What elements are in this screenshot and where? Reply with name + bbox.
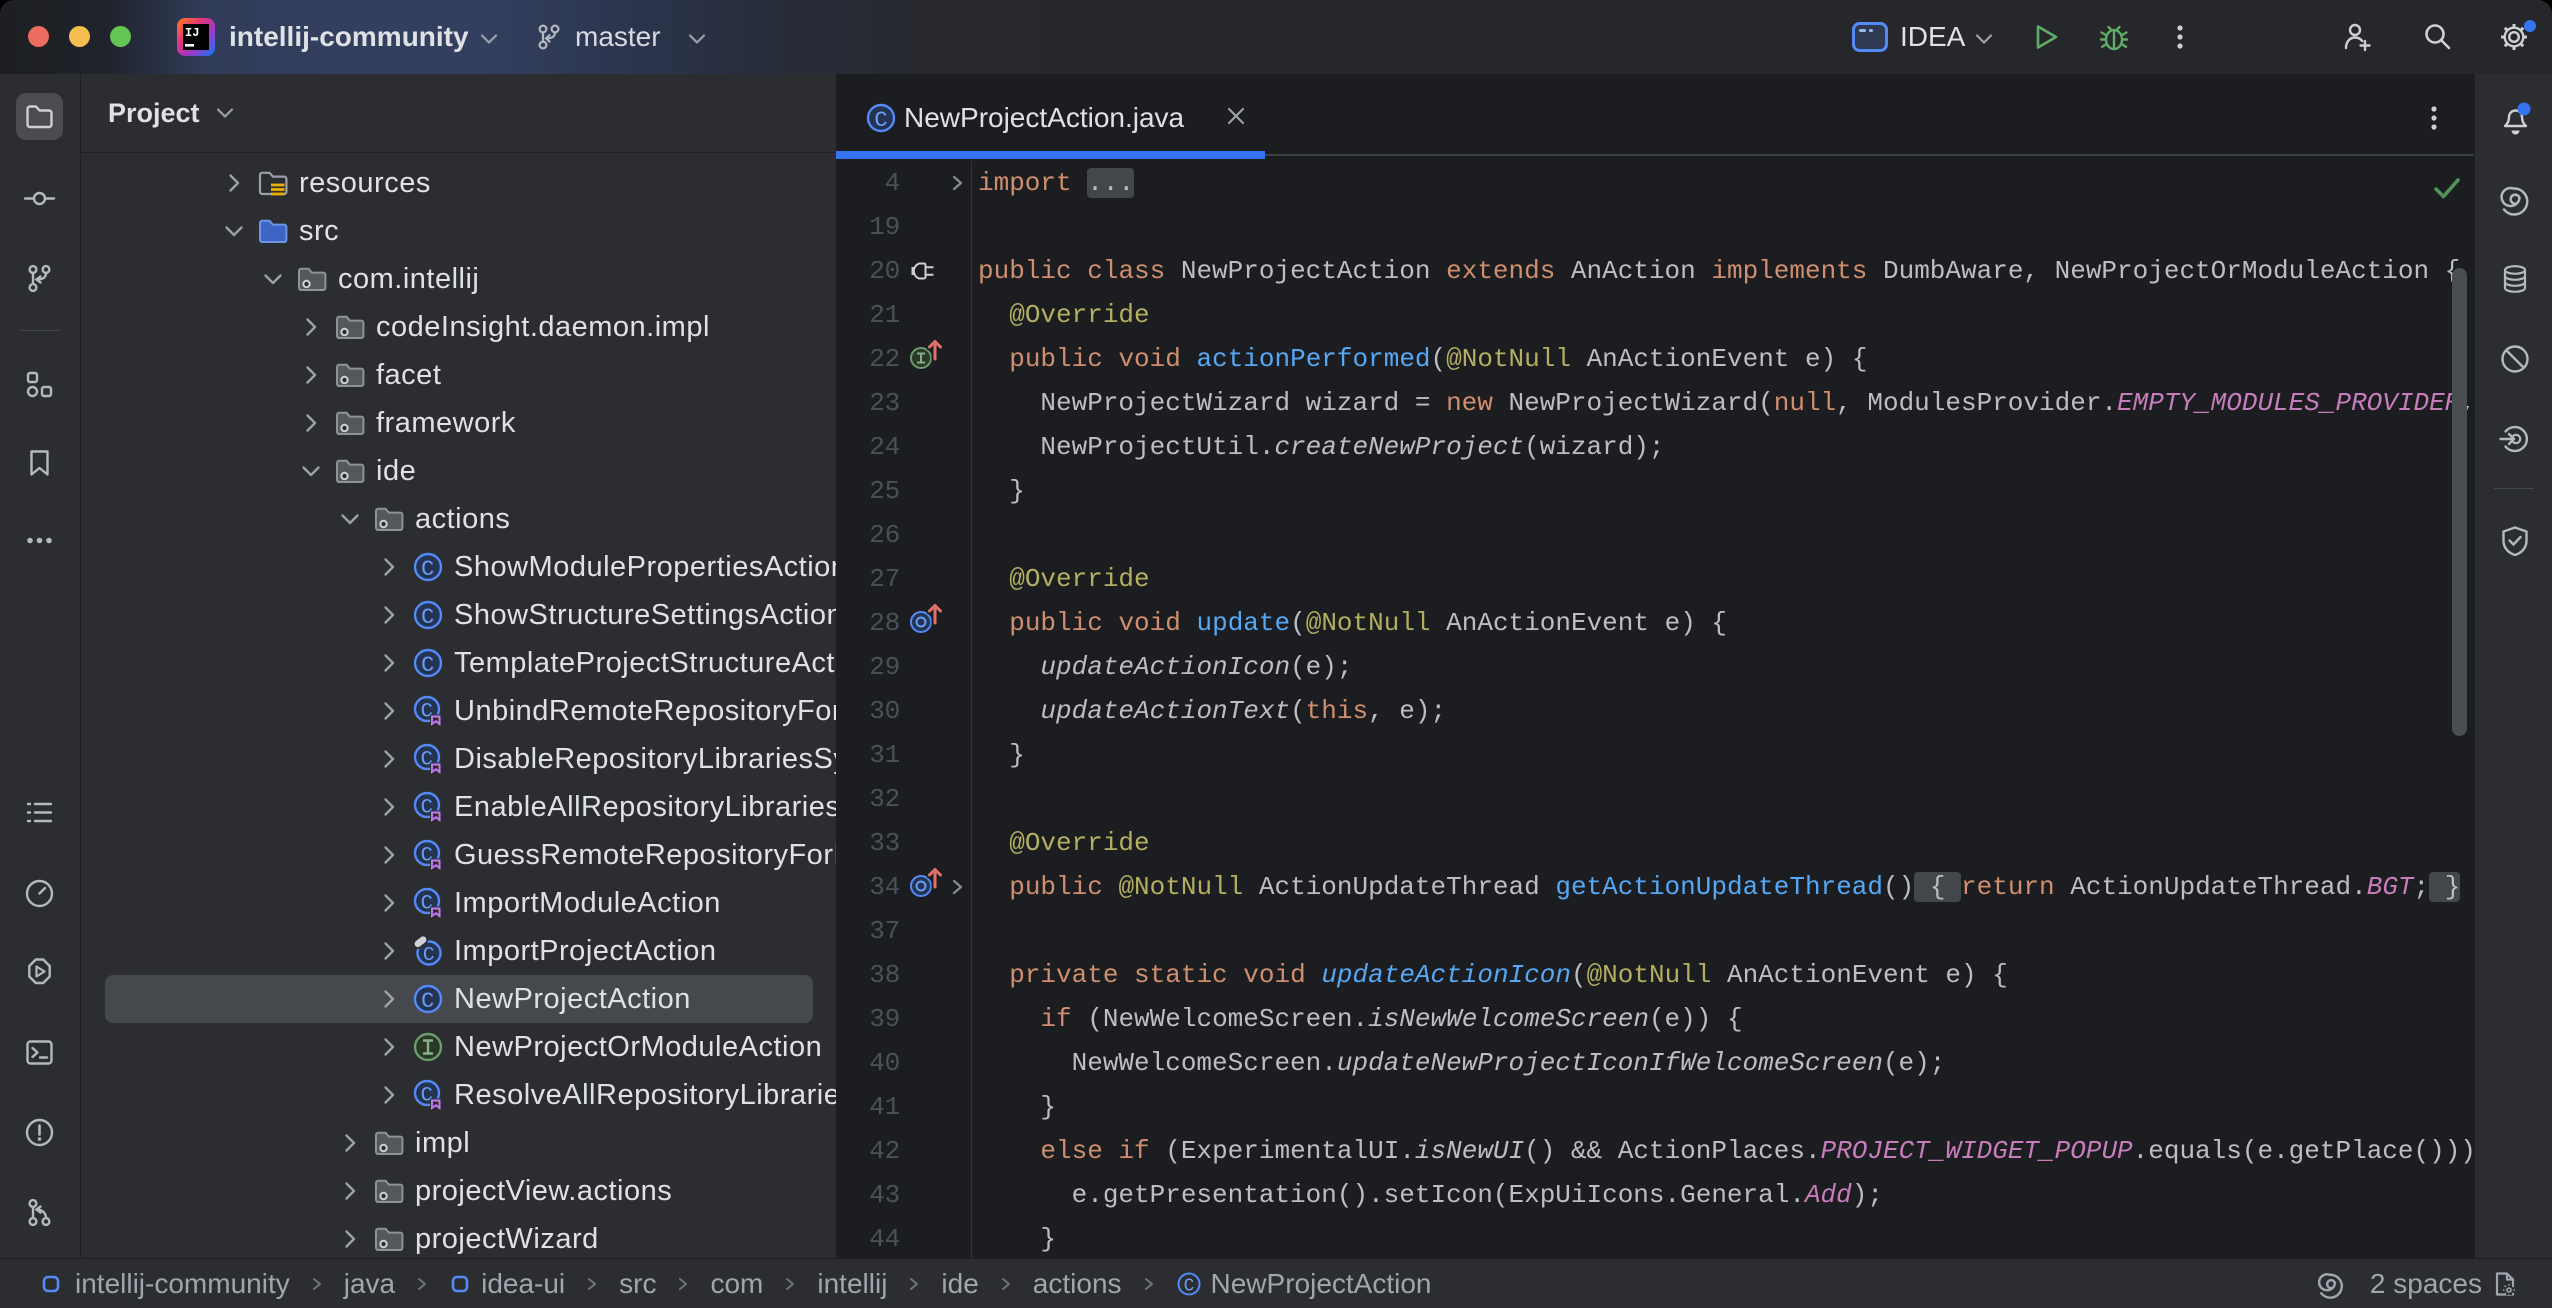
svg-text:C: C [1183, 1277, 1194, 1297]
svg-text:C: C [874, 108, 887, 133]
svg-text:IJ: IJ [185, 26, 199, 40]
